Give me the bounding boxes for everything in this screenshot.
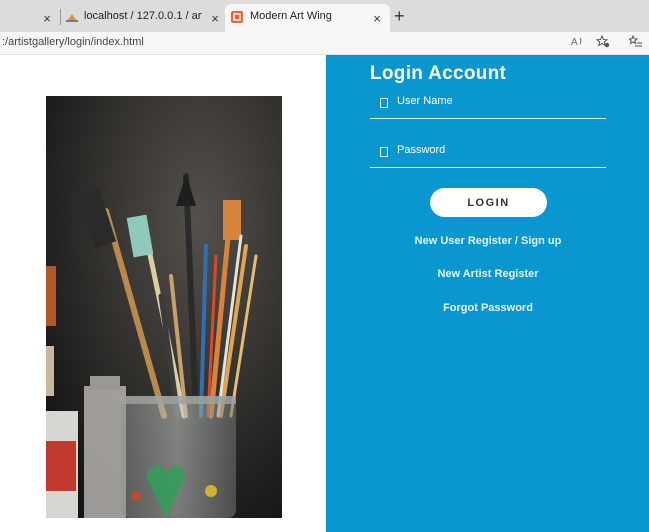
- username-field[interactable]: User Name: [370, 94, 606, 119]
- paint-brushes-photo: [46, 96, 282, 518]
- close-icon[interactable]: ×: [40, 11, 54, 26]
- favorite-star-icon[interactable]: [595, 34, 610, 51]
- address-bar[interactable]: :/artistgallery/login/index.html A: [0, 32, 649, 55]
- artist-register-link[interactable]: New Artist Register: [370, 268, 606, 280]
- login-title: Login Account: [370, 63, 507, 84]
- close-icon[interactable]: ×: [208, 11, 222, 26]
- tab-label: localhost / 127.0.0.1 / artistgalle: [84, 10, 202, 22]
- tab-modern-art-wing[interactable]: Modern Art Wing ×: [225, 4, 390, 32]
- login-panel: Login Account User Name Password LOGIN N…: [326, 55, 649, 532]
- username-placeholder: User Name: [397, 95, 453, 107]
- register-link[interactable]: New User Register / Sign up: [370, 235, 606, 247]
- browser-tab-bar: × localhost / 127.0.0.1 / artistgalle × …: [0, 0, 649, 32]
- url-text[interactable]: :/artistgallery/login/index.html: [2, 36, 144, 48]
- tab-separator: [60, 9, 61, 25]
- favorites-list-icon[interactable]: [627, 34, 643, 51]
- lock-icon: [380, 147, 388, 157]
- forgot-password-link[interactable]: Forgot Password: [370, 302, 606, 314]
- tab-label: Modern Art Wing: [250, 10, 332, 22]
- new-tab-button[interactable]: +: [394, 6, 405, 27]
- user-icon: [380, 98, 388, 108]
- close-icon[interactable]: ×: [370, 11, 384, 26]
- read-aloud-icon[interactable]: A: [571, 35, 585, 50]
- login-button[interactable]: LOGIN: [430, 188, 547, 217]
- password-placeholder: Password: [397, 144, 446, 156]
- page-content: Login Account User Name Password LOGIN N…: [0, 55, 649, 532]
- sail-icon: [66, 13, 78, 22]
- svg-text:A: A: [571, 37, 578, 47]
- site-favicon-icon: [231, 11, 243, 23]
- tab-phpmyadmin[interactable]: localhost / 127.0.0.1 / artistgalle ×: [64, 4, 224, 32]
- password-field[interactable]: Password: [370, 143, 606, 168]
- tab-previous[interactable]: ×: [0, 4, 60, 32]
